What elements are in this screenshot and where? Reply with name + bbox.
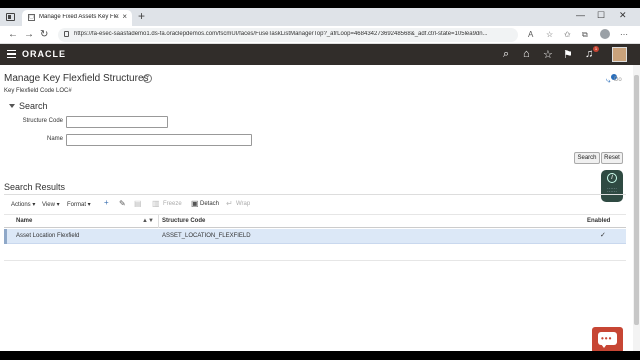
window-close-button[interactable]: ✕ (619, 10, 627, 21)
key-flexfield-code-value: LOC# (56, 88, 72, 94)
browser-profile-icon[interactable] (600, 29, 610, 39)
structure-code-input[interactable] (66, 116, 168, 128)
browser-tab-strip: ▢ Manage Fixed Assets Key Flexfiel × + —… (0, 8, 640, 26)
screen: ▢ Manage Fixed Assets Key Flexfiel × + —… (0, 8, 640, 351)
vertical-scrollbar[interactable] (633, 65, 640, 351)
navigator-menu-icon[interactable] (7, 50, 16, 58)
scrollbar-thumb[interactable] (634, 75, 639, 325)
row-structure-code-cell: ASSET_LOCATION_FLEXFIELD (162, 233, 251, 239)
detach-icon: ▣ (191, 199, 199, 208)
browser-address-row: ← → ↻ https://fa-esec-saasfademo1.ds-fa.… (0, 26, 640, 44)
name-label: Name (46, 136, 63, 142)
reset-button[interactable]: Reset (601, 152, 623, 164)
user-avatar[interactable] (612, 47, 627, 62)
page-favicon-icon: ▢ (28, 14, 35, 21)
view-menu[interactable]: View ▾ (42, 201, 60, 208)
refresh-icon[interactable]: ↻ (40, 29, 48, 40)
search-section-header: Search (19, 101, 48, 111)
oracle-global-header: ORACLE ⌕ ⌂ ☆ ⚑ ♫ 1 (0, 44, 640, 65)
chat-bubble-icon: ••• (598, 332, 617, 348)
column-header-name[interactable]: Name (16, 218, 32, 224)
guided-help-panel[interactable]: i ⋯⋯ ⋯⋯ (601, 170, 623, 202)
home-icon[interactable]: ⌂ (523, 48, 530, 60)
search-button[interactable]: Search (574, 152, 600, 164)
watchlist-flag-icon[interactable]: ⚑ (563, 48, 573, 61)
window-minimize-button[interactable]: — (576, 10, 585, 20)
sort-icon[interactable]: ▲▼ (142, 218, 154, 224)
row-selection-marker (4, 229, 7, 244)
new-tab-button[interactable]: + (138, 9, 145, 23)
lock-icon (64, 31, 69, 37)
browser-tab-active[interactable]: ▢ Manage Fixed Assets Key Flexfiel × (22, 10, 132, 26)
enabled-check-icon: ✓ (600, 232, 606, 239)
info-icon[interactable]: i (607, 173, 617, 183)
actions-menu[interactable]: Actions ▾ (11, 201, 35, 208)
oracle-logo[interactable]: ORACLE (22, 49, 66, 59)
search-collapse-icon[interactable] (9, 104, 15, 108)
column-header-structure-code[interactable]: Structure Code (162, 218, 205, 224)
done-button[interactable]: Do (614, 77, 622, 83)
favorites-star-icon[interactable]: ☆ (543, 48, 553, 61)
favorites-icon[interactable]: ✩ (564, 30, 571, 39)
structure-code-label: Structure Code (22, 118, 63, 124)
results-divider (4, 194, 626, 195)
wrap-icon: ↵ (226, 199, 233, 208)
page-title: Manage Key Flexfield Structures (4, 73, 149, 84)
tab-actions-icon[interactable] (6, 13, 15, 21)
export-icon[interactable]: ▤ (134, 199, 142, 208)
freeze-button[interactable]: Freeze (163, 201, 182, 207)
table-row[interactable]: Asset Location Flexfield ASSET_LOCATION_… (4, 229, 626, 244)
forward-arrow-icon[interactable]: → (24, 29, 34, 40)
edit-pencil-icon[interactable]: ✎ (119, 199, 126, 208)
key-flexfield-code: Key Flexfield Code LOC# (4, 88, 72, 94)
search-results-header: Search Results (4, 182, 66, 192)
browser-tab-title: Manage Fixed Assets Key Flexfiel (39, 14, 119, 20)
column-header-enabled[interactable]: Enabled (587, 218, 610, 224)
results-table-header: Name ▲▼ Structure Code Enabled (4, 214, 626, 228)
collections-icon[interactable]: ⧉ (582, 30, 588, 40)
search-icon[interactable]: ⌕ (503, 48, 509, 61)
column-divider (158, 215, 159, 228)
address-bar-url: https://fa-esec-saasfademo1.ds-fa.oracle… (74, 31, 488, 37)
wrap-button[interactable]: Wrap (236, 201, 250, 207)
tab-close-icon[interactable]: × (122, 12, 127, 21)
notification-count-badge: 1 (593, 46, 599, 52)
address-bar[interactable]: https://fa-esec-saasfademo1.ds-fa.oracle… (58, 28, 518, 42)
results-toolbar: Actions ▾ View ▾ Format ▾ + ✎ ▤ ▥ Freeze… (4, 198, 626, 211)
chat-button[interactable]: ••• (592, 327, 623, 351)
help-icon[interactable]: ? (143, 74, 152, 83)
freeze-icon: ▥ (152, 199, 160, 208)
table-bottom-border (4, 260, 626, 261)
back-arrow-icon[interactable]: ← (8, 29, 18, 40)
name-input[interactable] (66, 134, 252, 146)
row-name-cell: Asset Location Flexfield (16, 233, 80, 239)
notifications-bell-icon[interactable]: ♫ (585, 48, 593, 60)
window-maximize-button[interactable]: ☐ (597, 10, 605, 21)
favorite-star-icon[interactable]: ☆ (546, 30, 553, 39)
browser-menu-icon[interactable]: ⋯ (620, 30, 628, 39)
key-flexfield-code-label: Key Flexfield Code (4, 88, 55, 94)
format-menu[interactable]: Format ▾ (67, 201, 91, 208)
detach-button[interactable]: Detach (200, 201, 219, 207)
read-aloud-icon[interactable]: A (528, 30, 533, 39)
add-icon[interactable]: + (104, 198, 109, 207)
